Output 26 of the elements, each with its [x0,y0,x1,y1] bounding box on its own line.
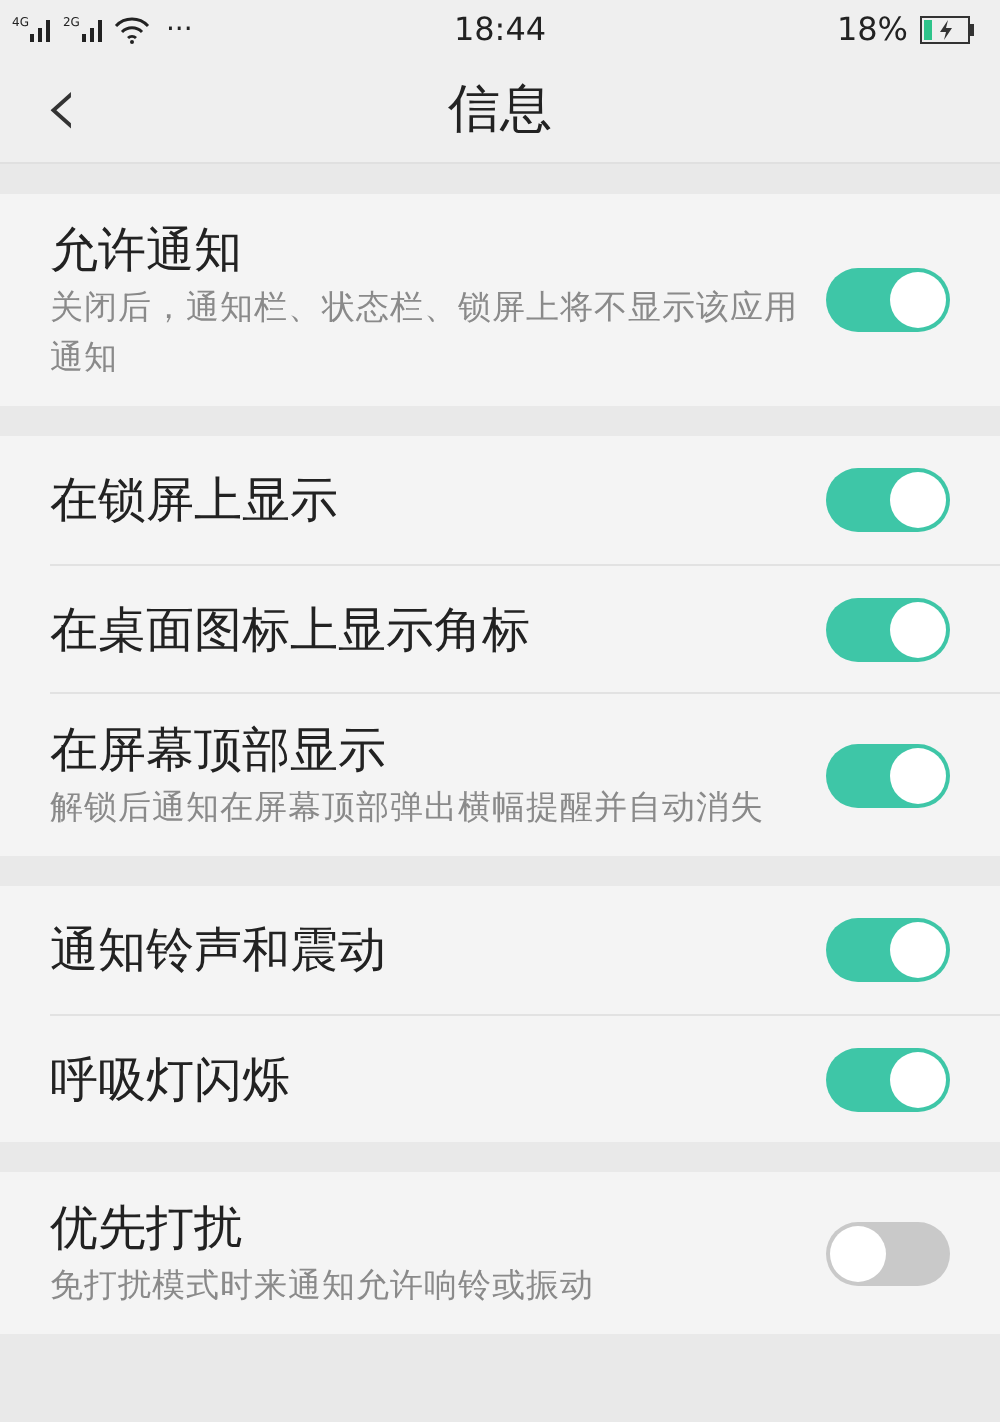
battery-charging-icon [920,16,976,44]
toggle-switch[interactable] [826,1047,950,1111]
setting-title: 优先打扰 [50,1198,244,1260]
more-indicator: ··· [165,11,193,49]
setting-title: 呼吸灯闪烁 [50,1049,292,1111]
toggle-switch[interactable] [826,1221,950,1285]
setting-description: 免打扰模式时来通知允许响铃或振动 [50,1264,596,1308]
toggle-switch[interactable] [826,468,950,532]
toggle-switch[interactable] [826,268,950,332]
setting-title: 在锁屏上显示 [50,470,340,532]
setting-title: 在屏幕顶部显示 [50,720,388,782]
wifi-icon [113,16,150,44]
setting-title: 在桌面图标上显示角标 [50,599,532,661]
toggle-switch[interactable] [826,918,950,982]
back-button[interactable]: ‹ [36,72,88,144]
clock: 18:44 [451,8,549,52]
setting-title: 允许通知 [50,220,244,282]
toggle-switch[interactable] [826,743,950,807]
setting-title: 通知铃声和震动 [50,920,388,982]
setting-description: 解锁后通知在屏幕顶部弹出横幅提醒并自动消失 [50,786,766,830]
signal-icon [81,18,106,42]
signal-icon [30,18,55,42]
battery-percentage: 18% [836,8,908,52]
page-title: 信息 [448,78,552,144]
setting-description: 关闭后，通知栏、状态栏、锁屏上将不显示该应用通知 [50,286,798,380]
toggle-switch[interactable] [826,597,950,661]
